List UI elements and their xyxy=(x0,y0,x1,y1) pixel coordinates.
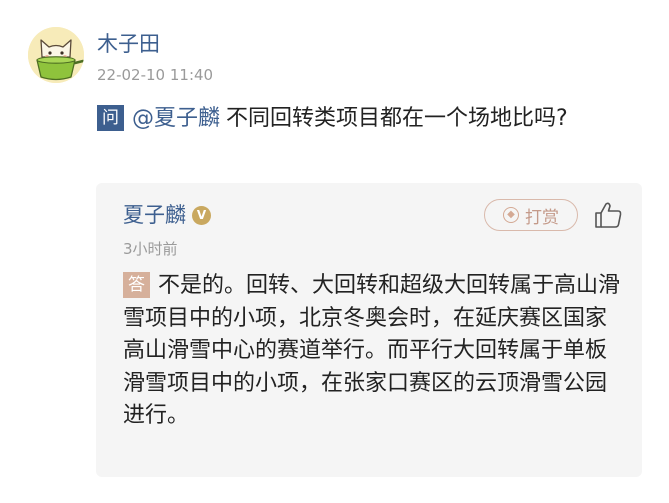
question-tag: 问 xyxy=(97,105,124,131)
gem-icon: ◆ xyxy=(503,207,519,223)
responder-name[interactable]: 夏子麟 xyxy=(123,201,186,229)
question-text: 不同回转类项目都在一个场地比吗? xyxy=(226,106,568,131)
answer-text-block: 答不是的。回转、大回转和超级大回转属于高山滑雪项目中的小项，北京冬奥会时，在延庆… xyxy=(123,270,625,433)
reward-button[interactable]: ◆ 打赏 xyxy=(484,199,578,231)
avatar[interactable] xyxy=(28,27,84,83)
question-text-block: 问 @夏子麟 不同回转类项目都在一个场地比吗? xyxy=(97,103,627,134)
post-timestamp: 22-02-10 11:40 xyxy=(97,66,214,84)
reward-label: 打赏 xyxy=(525,207,559,228)
answer-tag: 答 xyxy=(123,272,150,298)
verified-badge-icon: V xyxy=(192,205,211,225)
like-button[interactable] xyxy=(592,199,626,231)
answer-card: 夏子麟 V ◆ 打赏 3小时前 答不是的。回转、大回转和超级大回转属于高山滑雪项… xyxy=(96,183,642,477)
cartoon-cat-avatar-icon xyxy=(28,27,84,83)
answer-timestamp: 3小时前 xyxy=(123,240,178,258)
answer-text: 不是的。回转、大回转和超级大回转属于高山滑雪项目中的小项，北京冬奥会时，在延庆赛… xyxy=(123,273,621,428)
mention-link[interactable]: @夏子麟 xyxy=(132,106,220,131)
username[interactable]: 木子田 xyxy=(97,30,160,58)
thumbs-up-icon xyxy=(595,202,622,228)
responder-row: 夏子麟 V xyxy=(123,201,211,229)
